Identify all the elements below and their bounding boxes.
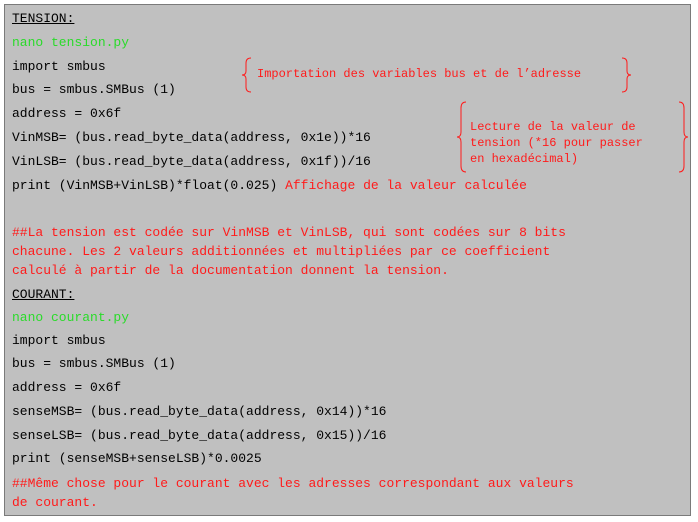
tension-code-line: bus = smbus.SMBus (1) xyxy=(12,82,176,97)
left-brace-icon xyxy=(241,57,252,93)
courant-code-line: address = 0x6f xyxy=(12,380,122,395)
courant-code-line: senseMSB= (bus.read_byte_data(address, 0… xyxy=(12,404,387,419)
tension-heading: TENSION: xyxy=(12,11,75,26)
tension-print-comment: Affichage de la valeur calculée xyxy=(285,178,527,193)
courant-heading: COURANT: xyxy=(12,287,75,302)
note-import: Importation des variables bus et de l’ad… xyxy=(257,67,582,81)
tension-comment-line: chacune. Les 2 valeurs additionnées et m… xyxy=(12,244,551,259)
tension-comment-line: ##La tension est codée sur VinMSB et Vin… xyxy=(12,225,566,240)
note-read-line: en hexadécimal) xyxy=(470,152,579,166)
tension-print-code: print (VinMSB+VinLSB)*float(0.025) xyxy=(12,178,278,193)
courant-comment-line: de courant. xyxy=(12,495,98,510)
tension-comment-line: calculé à partir de la documentation don… xyxy=(12,263,449,278)
left-brace-icon xyxy=(456,101,467,173)
courant-code-line: import smbus xyxy=(12,333,106,348)
courant-code-line: senseLSB= (bus.read_byte_data(address, 0… xyxy=(12,428,387,443)
tension-code-line: VinLSB= (bus.read_byte_data(address, 0x1… xyxy=(12,154,371,169)
courant-comment-line: ##Même chose pour le courant avec les ad… xyxy=(12,476,574,491)
tension-command: nano tension.py xyxy=(12,35,130,50)
courant-code-line: print (senseMSB+senseLSB)*0.0025 xyxy=(12,451,262,466)
courant-command: nano courant.py xyxy=(12,310,130,325)
courant-code-line: bus = smbus.SMBus (1) xyxy=(12,356,176,371)
tension-code-line: import smbus xyxy=(12,59,106,74)
tension-code-line: address = 0x6f xyxy=(12,106,122,121)
right-brace-icon xyxy=(678,101,689,173)
tension-code-line: VinMSB= (bus.read_byte_data(address, 0x1… xyxy=(12,130,371,145)
note-read-line: Lecture de la valeur de xyxy=(470,120,636,134)
tension-print-line: print (VinMSB+VinLSB)*float(0.025) Affic… xyxy=(12,178,527,194)
right-brace-icon xyxy=(621,57,632,93)
note-read-line: tension (*16 pour passer xyxy=(470,136,643,150)
code-panel: TENSION: nano tension.py import smbus bu… xyxy=(4,4,691,516)
